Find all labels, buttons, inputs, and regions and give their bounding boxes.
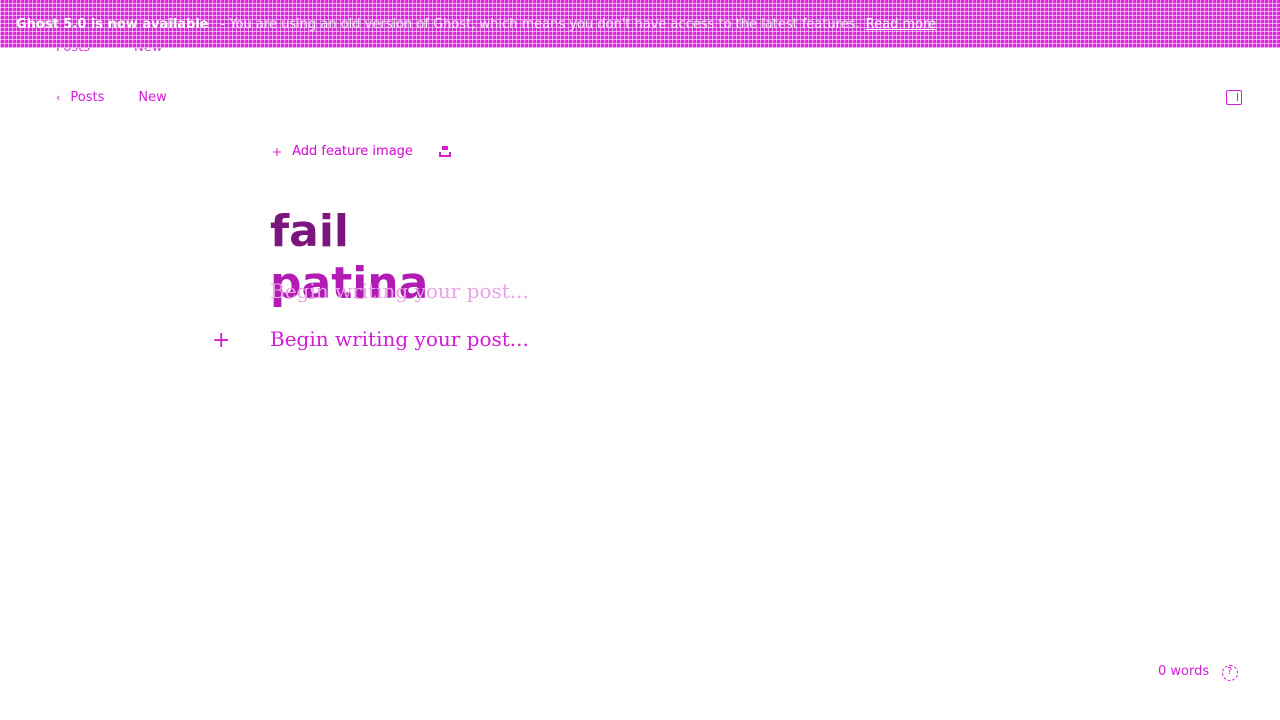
banner-title: Ghost 5.0 is now available [16, 16, 209, 32]
sidebar-toggle-icon[interactable] [1226, 90, 1242, 105]
plus-icon: + [272, 144, 283, 159]
add-card-plus-icon[interactable]: + [212, 328, 230, 353]
update-banner: Ghost 5.0 is now available - You are usi… [0, 0, 1280, 48]
post-status: New [138, 90, 167, 105]
banner-read-more-link[interactable]: Read more [866, 17, 936, 32]
banner-message: - You are using an old version of Ghost,… [220, 16, 860, 32]
editor-nav: ‹ Posts New [56, 90, 167, 105]
post-body-editor[interactable]: Begin writing your post... [270, 327, 529, 351]
feature-image-row: + Add feature image [272, 144, 451, 159]
unsplash-icon[interactable] [438, 146, 451, 157]
back-to-posts-link[interactable]: ‹ Posts [56, 90, 104, 105]
ghost-layer: Posts New + Add feature image [0, 0, 1280, 670]
post-title-line-1: fail [270, 206, 428, 258]
help-icon[interactable] [1222, 665, 1238, 681]
word-count: 0 words [1158, 664, 1210, 679]
back-label: Posts [70, 90, 105, 105]
chevron-left-icon: ‹ [56, 91, 61, 104]
add-feature-image-button[interactable]: Add feature image [292, 144, 413, 159]
ghost-editor-placeholder: Begin writing your post... [270, 279, 529, 303]
